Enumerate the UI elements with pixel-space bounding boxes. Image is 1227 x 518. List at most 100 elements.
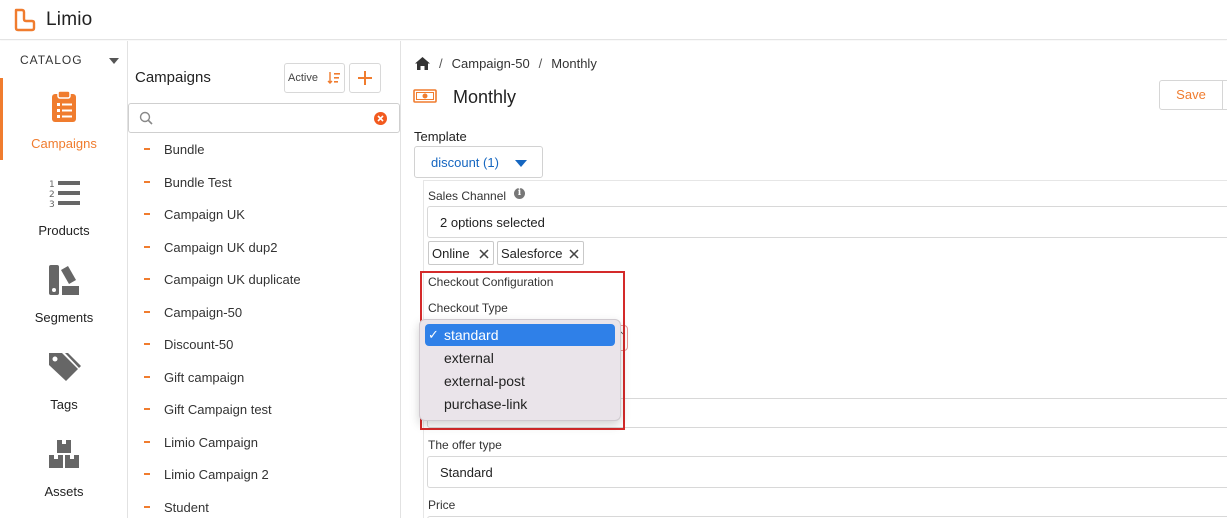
price-label: Price [428,498,456,512]
campaigns-list-panel: Campaigns Active Bundle Bundle Test Camp… [128,41,401,518]
option-label: external [444,350,494,366]
breadcrumb-separator: / [439,55,443,71]
numbered-list-icon: 1 2 3 [49,180,80,210]
chip-label: Salesforce [501,246,563,261]
info-icon[interactable]: i [514,188,525,199]
app-name: Limio [46,9,93,30]
campaign-list-item[interactable]: Campaign UK duplicate [128,266,400,294]
svg-text:2: 2 [49,190,55,200]
breadcrumb-link-campaign[interactable]: Campaign-50 [452,56,530,71]
campaign-name: Gift Campaign test [164,402,272,417]
campaign-name: Campaign UK [164,207,245,222]
page-title: Monthly [453,87,517,107]
campaign-list-item[interactable]: Campaign UK [128,201,400,229]
remove-chip-icon[interactable] [479,249,489,259]
campaign-list-item[interactable]: Limio Campaign 2 [128,461,400,489]
template-value: discount (1) [431,155,499,170]
clipboard-icon [52,90,76,122]
sales-channel-select[interactable]: 2 options selected [427,206,1227,238]
campaign-list-item[interactable]: Bundle [128,136,400,164]
sidebar-item-products[interactable]: 1 2 3 Products [0,165,128,247]
campaign-search-input[interactable] [159,108,369,128]
offer-type-value: Standard [440,465,493,480]
campaign-name: Student [164,500,209,515]
campaign-name: Campaign UK duplicate [164,272,301,287]
checkout-option-standard[interactable]: ✓ standard [425,324,615,346]
option-label: standard [444,327,499,343]
assets-icon [49,440,79,468]
offer-type-select[interactable]: Standard [427,456,1227,488]
checkout-type-dropdown: ✓ standard external external-post purcha… [419,319,621,421]
catalog-section-label: CATALOG [20,53,83,67]
list-bullet-icon [144,473,150,475]
list-bullet-icon [144,278,150,280]
list-bullet-icon [144,181,150,183]
template-select[interactable]: discount (1) [414,146,543,178]
segments-icon [49,265,79,295]
campaign-list-item[interactable]: Campaign UK dup2 [128,234,400,262]
sort-icon [327,72,340,84]
list-bullet-icon [144,246,150,248]
offer-type-label: The offer type [428,438,502,452]
list-bullet-icon [144,213,150,215]
search-icon [139,111,153,125]
app-logo[interactable]: Limio [12,7,92,33]
campaign-name: Limio Campaign [164,435,258,450]
save-button[interactable]: Save [1159,80,1223,110]
remove-chip-icon[interactable] [569,249,579,259]
list-bullet-icon [144,311,150,313]
sidebar-item-assets[interactable]: Assets [0,426,128,508]
active-filter-button[interactable]: Active [284,63,345,93]
checkout-option-purchase-link[interactable]: purchase-link [425,393,615,415]
campaign-list-item[interactable]: Discount-50 [128,331,400,359]
save-options-button[interactable] [1222,80,1227,110]
template-label: Template [414,129,467,144]
tags-icon [49,353,81,381]
campaign-list-item[interactable]: Gift campaign [128,364,400,392]
sidebar-item-campaigns[interactable]: Campaigns [0,78,128,160]
checkout-option-external-post[interactable]: external-post [425,370,615,392]
campaign-search [128,103,400,133]
sidebar-item-label: Tags [50,397,78,412]
active-filter-label: Active [288,72,318,84]
list-bullet-icon [144,148,150,150]
sidebar-item-label: Segments [34,310,94,325]
campaign-list-item[interactable]: Student [128,494,400,518]
svg-text:1: 1 [49,180,55,190]
breadcrumb-current: Monthly [551,55,597,71]
chip-label: Online [432,246,470,261]
chevron-down-icon [109,58,119,64]
breadcrumb-separator: / [538,55,543,71]
list-bullet-icon [144,408,150,410]
campaign-list-item[interactable]: Bundle Test [128,169,400,197]
campaign-list-item[interactable]: Limio Campaign [128,429,400,457]
checkout-option-external[interactable]: external [425,347,615,369]
option-label: external-post [444,373,525,389]
campaign-name: Bundle [164,142,205,157]
sidebar-item-label: Products [38,223,90,238]
list-bullet-icon [144,441,150,443]
campaigns-panel-title: Campaigns [135,69,211,86]
caret-down-icon [515,160,527,167]
list-bullet-icon [144,376,150,378]
campaign-name: Bundle Test [164,175,232,190]
clear-search-icon[interactable] [374,112,387,125]
campaign-name: Limio Campaign 2 [164,467,269,482]
catalog-section-toggle[interactable]: CATALOG [0,53,128,69]
chip-salesforce: Salesforce [497,241,584,265]
sidebar-item-segments[interactable]: Segments [0,252,128,334]
campaign-list-item[interactable]: Gift Campaign test [128,396,400,424]
sidebar-item-label: Campaigns [31,136,97,151]
campaign-name: Campaign UK dup2 [164,240,278,255]
sales-channel-value: 2 options selected [440,215,545,230]
sidebar-item-tags[interactable]: Tags [0,339,128,421]
catalog-sidebar: CATALOG Campaigns 1 2 3 Products Segment… [0,41,128,518]
top-header: Limio [0,0,1227,40]
money-bill-icon [413,89,437,103]
chip-online: Online [428,241,494,265]
limio-logo-icon [14,8,36,32]
add-campaign-button[interactable] [349,63,381,93]
svg-text:3: 3 [49,200,55,210]
campaign-list-item[interactable]: Campaign-50 [128,299,400,327]
home-icon[interactable] [415,56,430,70]
